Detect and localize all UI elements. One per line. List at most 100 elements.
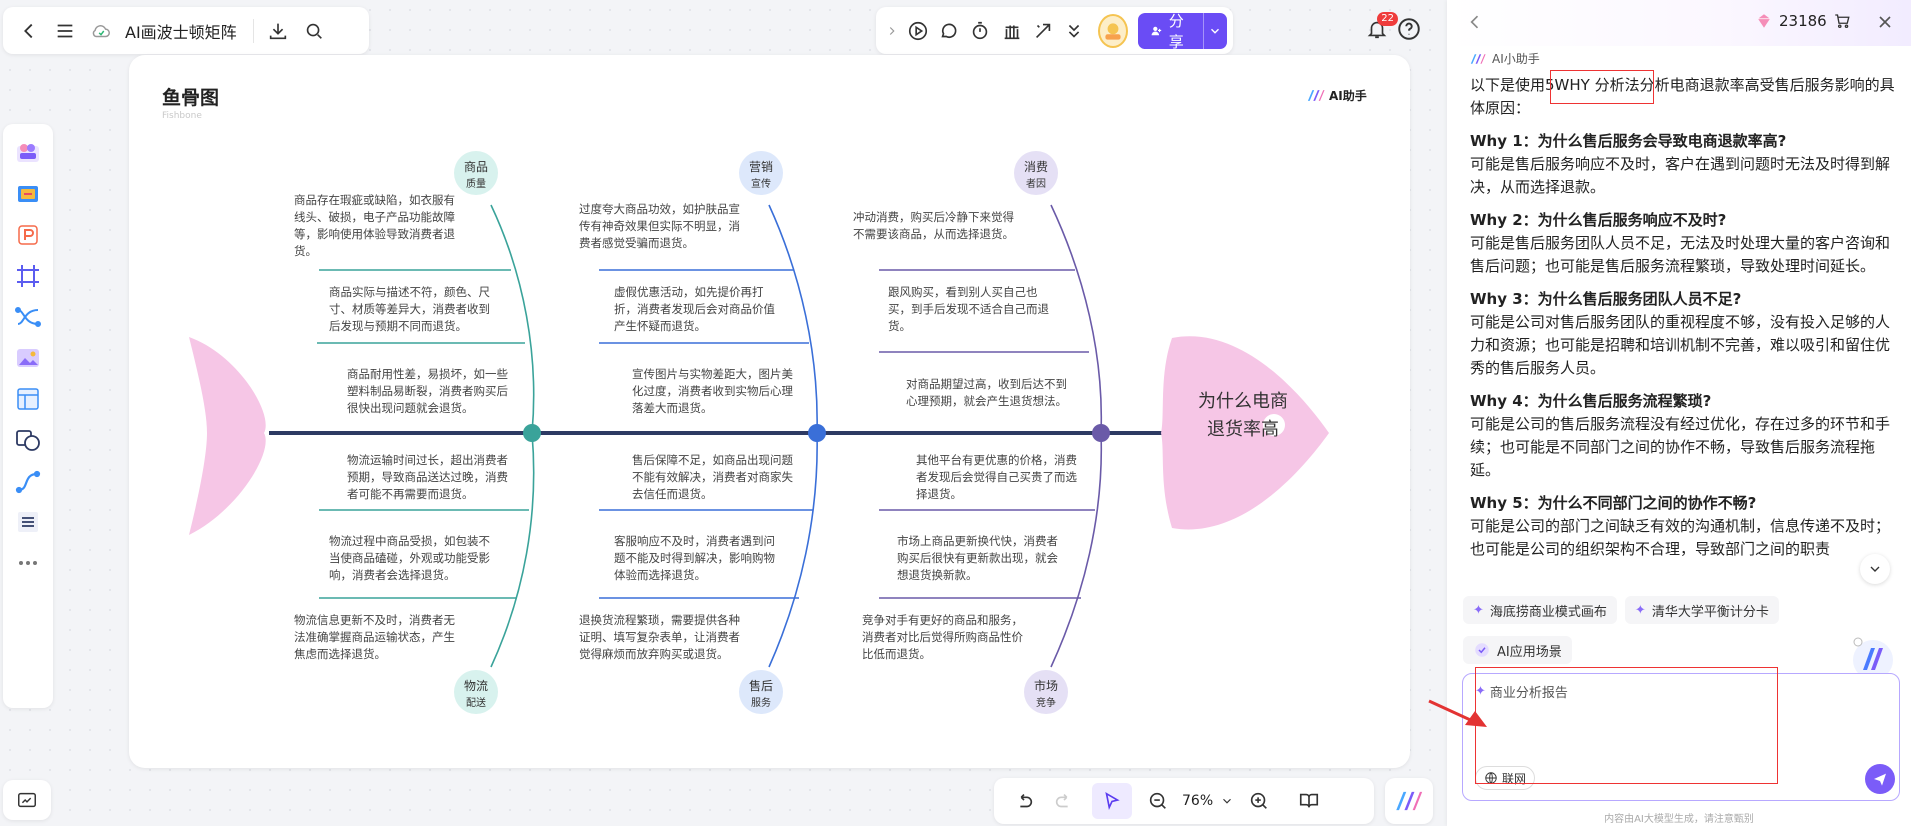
cause-text[interactable]: 物流运输时间过长，超出消费者预期，导致商品送达过晚，消费者可能不再需要而退货。 (347, 452, 519, 503)
category-label[interactable]: 售后 服务 (741, 678, 781, 712)
list-icon[interactable] (8, 501, 48, 542)
assistant-name: AI小助手 (1492, 52, 1540, 66)
zoom-dropdown-chevron-icon[interactable] (1215, 783, 1239, 819)
left-toolbar (3, 124, 53, 708)
sticky-note-icon[interactable] (8, 173, 48, 214)
more-chevrons-icon[interactable] (1059, 13, 1090, 49)
more-icon[interactable] (8, 542, 48, 583)
menu-icon[interactable] (47, 13, 83, 49)
back-icon[interactable] (11, 13, 47, 49)
ai-logo-icon (1470, 53, 1486, 64)
select-pointer-icon[interactable] (1092, 783, 1132, 819)
assistant-header: AI小助手 (1470, 50, 1540, 67)
image-icon[interactable] (8, 337, 48, 378)
back-icon[interactable] (1465, 12, 1487, 34)
spine-node (1092, 424, 1110, 442)
cause-text[interactable]: 客服响应不及时，消费者遇到问题不能及时得到解决，影响购物体验而选择退货。 (614, 533, 786, 584)
download-icon[interactable] (260, 13, 296, 49)
shape-icon[interactable] (8, 419, 48, 460)
suggestion-chip[interactable]: ✦ 清华大学平衡计分卡 (1624, 596, 1779, 624)
cause-text[interactable]: 其他平台有更优惠的价格，消费者发现后会觉得自己买贵了而选择退货。 (916, 452, 1088, 503)
table-icon[interactable] (8, 378, 48, 419)
why-answer: 可能是公司对售后服务团队的重视程度不够，没有投入足够的人力和资源；也可能是招聘和… (1470, 313, 1891, 377)
category-label[interactable]: 物流 配送 (456, 678, 496, 712)
document-title[interactable]: AI画波士顿矩阵 (125, 19, 237, 43)
divider (252, 18, 254, 43)
play-icon[interactable] (902, 13, 933, 49)
cause-text[interactable]: 宣传图片与实物差距大，图片美化过度，消费者收到实物后心理落差大而退货。 (632, 366, 804, 417)
redo-icon[interactable] (1044, 783, 1084, 819)
cause-text[interactable]: 竞争对手有更好的商品和服务，消费者对比后觉得所购商品性价比低而退货。 (862, 612, 1034, 663)
points-balance[interactable]: 23186 (1755, 12, 1851, 30)
chevron-down-icon (1870, 566, 1880, 572)
zoom-out-icon[interactable] (1138, 783, 1178, 819)
cause-text[interactable]: 退换货流程繁琐，需要提供各种证明、填写复杂表单，让消费者觉得麻烦而放弃购买或退货… (579, 612, 751, 663)
ai-assistant-button[interactable] (1385, 778, 1433, 824)
spine-node (523, 424, 541, 442)
collapse-chevron-icon[interactable] (882, 13, 902, 49)
template-icon[interactable] (8, 132, 48, 173)
help-icon[interactable] (1396, 16, 1422, 42)
category-label[interactable]: 消费 者因 (1016, 159, 1056, 193)
spine-node (808, 424, 826, 442)
annotation-highlight-box (1550, 70, 1654, 104)
cause-text[interactable]: 售后保障不足，如商品出现问题不能有效解决，消费者对商家失去信任而退货。 (632, 452, 804, 503)
podium-icon[interactable] (996, 13, 1027, 49)
cause-text[interactable]: 过度夸大商品功效，如护肤品宣传有神奇效果但实际不明显，消费者感觉受骗而退货。 (579, 201, 751, 252)
ai-logo-icon (1396, 791, 1423, 811)
frame-icon[interactable] (8, 255, 48, 296)
undo-icon[interactable] (1004, 783, 1044, 819)
laser-pointer-icon[interactable] (1027, 13, 1058, 49)
cause-text[interactable]: 物流过程中商品受损，如包装不当使商品磕碰，外观或功能受影响，消费者会选择退货。 (329, 533, 501, 584)
fish-head-label[interactable]: 为什么电商 退货率高 (1183, 388, 1303, 444)
cause-text[interactable]: 跟风购买，看到别人买自己也买，到手后发现不适合自己而退货。 (888, 284, 1060, 335)
top-right-toolbar: 分享 (876, 7, 1233, 54)
connector-icon[interactable] (8, 296, 48, 337)
send-icon (1874, 773, 1886, 786)
cause-text[interactable]: 虚假优惠活动，如先提价再打折，消费者发现后会对商品价值产生怀疑而退货。 (614, 284, 786, 335)
close-icon[interactable] (1875, 12, 1897, 34)
cause-text[interactable]: 市场上商品更新换代快，消费者购买后很快有更新款出现，就会想退货换新款。 (897, 533, 1069, 584)
annotation-highlight-box (1475, 667, 1778, 784)
scroll-down-button[interactable] (1860, 554, 1890, 584)
avatar[interactable] (1098, 13, 1128, 48)
ai-response: 以下是使用5WHY 分析法分析电商退款率高受售后服务影响的具体原因： Why 1… (1470, 74, 1902, 588)
pen-icon[interactable] (8, 460, 48, 501)
category-label[interactable]: 市场 竞争 (1026, 678, 1066, 712)
disclaimer-text: 内容由AI大模型生成，请注意甄别 (1604, 814, 1754, 825)
comment-icon[interactable] (933, 13, 964, 49)
cause-text[interactable]: 商品耐用性差，易损坏，如一些塑料制品易断裂，消费者购买后很快出现问题就会退货。 (347, 366, 519, 417)
cause-text[interactable]: 物流信息更新不及时，消费者无法准确掌握商品运输状态，产生焦虑而选择退货。 (294, 612, 466, 663)
why-question: Why 2：为什么售后服务响应不及时? (1470, 211, 1727, 229)
zoom-in-icon[interactable] (1239, 783, 1279, 819)
why-answer: 可能是公司的售后服务流程没有经过优化，存在过多的环节和手续；也可能是不同部门之间… (1470, 415, 1891, 479)
why-question: Why 3：为什么售后服务团队人员不足? (1470, 290, 1742, 308)
whiteboard-canvas[interactable]: 鱼骨图 Fishbone AI助手 商品 质量 营销 宣传 消费 者因 物流 配… (129, 55, 1410, 768)
why-question: Why 5：为什么不同部门之间的协作不畅? (1470, 494, 1757, 512)
book-icon[interactable] (1289, 783, 1329, 819)
cart-icon[interactable] (1833, 12, 1851, 30)
search-icon[interactable] (296, 13, 332, 49)
presentation-icon[interactable] (8, 214, 48, 255)
notification-bell-icon[interactable]: 22 (1362, 12, 1398, 44)
send-button[interactable] (1865, 764, 1895, 794)
cause-text[interactable]: 对商品期望过高，收到后达不到心理预期，就会产生退货想法。 (906, 376, 1078, 410)
suggestion-chip[interactable]: ✦ 海底捞商业模式画布 (1463, 596, 1617, 624)
why-question: Why 1：为什么售后服务会导致电商退款率高? (1470, 132, 1787, 150)
cause-text[interactable]: 商品实际与描述不符，颜色、尺寸、材质等差异大，消费者收到后发现与预期不同而退货。 (329, 284, 501, 335)
why-question: Why 4：为什么售后服务流程繁琐? (1470, 392, 1712, 410)
why-answer: 可能是公司的部门之间缺乏有效的沟通机制，信息传递不及时；也可能是公司的组织架构不… (1470, 517, 1891, 558)
minimap-button[interactable] (3, 780, 51, 820)
share-button[interactable]: 分享 (1138, 12, 1228, 51)
cause-text[interactable]: 商品存在瑕疵或缺陷，如衣服有线头、破损，电子产品功能故障等，影响使用体验导致消费… (294, 192, 466, 260)
cloud-sync-icon (83, 13, 119, 49)
notification-badge: 22 (1377, 12, 1398, 26)
timer-icon[interactable] (965, 13, 996, 49)
category-label[interactable]: 商品 质量 (456, 159, 496, 193)
ai-scenes-button[interactable]: AI应用场景 (1463, 636, 1572, 664)
zoom-level[interactable]: 76% (1182, 793, 1213, 809)
add-user-icon (1151, 26, 1162, 35)
cause-text[interactable]: 冲动消费，购买后冷静下来觉得不需要该商品，从而选择退货。 (853, 209, 1025, 243)
category-label[interactable]: 营销 宣传 (741, 159, 781, 193)
chevron-down-icon[interactable] (1202, 12, 1227, 49)
